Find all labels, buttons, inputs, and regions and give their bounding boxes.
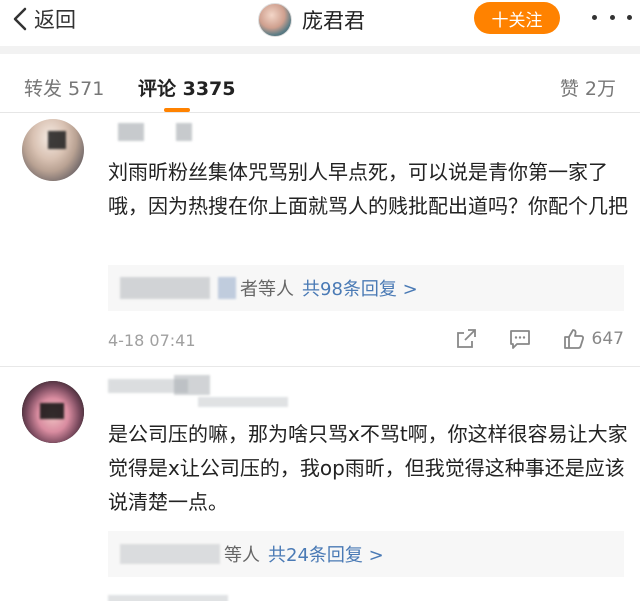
thumbs-up-icon[interactable] <box>562 327 586 351</box>
tab-like[interactable]: 赞 2万 <box>560 74 616 101</box>
replies-preview[interactable]: 者等人 共98条回复 > <box>108 265 624 311</box>
back-label: 返回 <box>34 8 76 32</box>
comment-item: 是公司压的嘛，那为啥只骂x不骂t啊，你这样很容易让大家觉得是x让公司压的，我op… <box>0 367 640 601</box>
engagement-tabs: 转发 571 评论 3375 赞 2万 <box>0 56 640 112</box>
view-replies-link[interactable]: 共24条回复 > <box>268 541 384 567</box>
share-icon[interactable] <box>454 327 478 351</box>
section-divider <box>0 46 640 54</box>
follow-button[interactable]: 十关注 <box>474 2 560 34</box>
comment-time: 4-18 07:41 <box>108 331 196 350</box>
comment-item: 刘雨昕粉丝集体咒骂别人早点死，可以说是青你第一家了哦，因为热搜在你上面就骂人的贱… <box>0 113 640 363</box>
replier-name-blurred <box>120 277 210 299</box>
account-title[interactable]: 庞君君 <box>258 3 365 37</box>
replies-prefix: 者等人 <box>240 279 294 300</box>
back-button[interactable]: 返回 <box>10 4 76 34</box>
comment-actions: 647 <box>424 327 624 351</box>
view-replies-link[interactable]: 共98条回复 > <box>302 275 418 301</box>
replies-preview[interactable]: 等人 共24条回复 > <box>108 531 624 577</box>
replies-prefix: 等人 <box>224 545 260 566</box>
account-avatar[interactable] <box>258 3 292 37</box>
commenter-avatar[interactable] <box>22 381 84 443</box>
comment-text: 是公司压的嘛，那为啥只骂x不骂t啊，你这样很容易让大家觉得是x让公司压的，我op… <box>108 422 628 514</box>
more-options-icon[interactable] <box>592 4 632 30</box>
commenter-name-blurred[interactable] <box>108 121 228 143</box>
tab-comment[interactable]: 评论 3375 <box>138 74 236 101</box>
tab-repost[interactable]: 转发 571 <box>24 74 104 101</box>
comment-time-cutoff <box>108 595 228 601</box>
reply-icon[interactable] <box>508 327 532 351</box>
chevron-left-icon <box>13 7 27 31</box>
commenter-avatar[interactable] <box>22 119 84 181</box>
account-name: 庞君君 <box>302 9 365 33</box>
comment-text: 刘雨昕粉丝集体咒骂别人早点死，可以说是青你第一家了哦，因为热搜在你上面就骂人的贱… <box>108 160 628 218</box>
replier-name-blurred <box>120 544 220 564</box>
top-nav-bar: 返回 庞君君 十关注 <box>0 0 640 42</box>
commenter-name-blurred[interactable] <box>108 375 308 407</box>
like-count: 647 <box>591 329 624 349</box>
